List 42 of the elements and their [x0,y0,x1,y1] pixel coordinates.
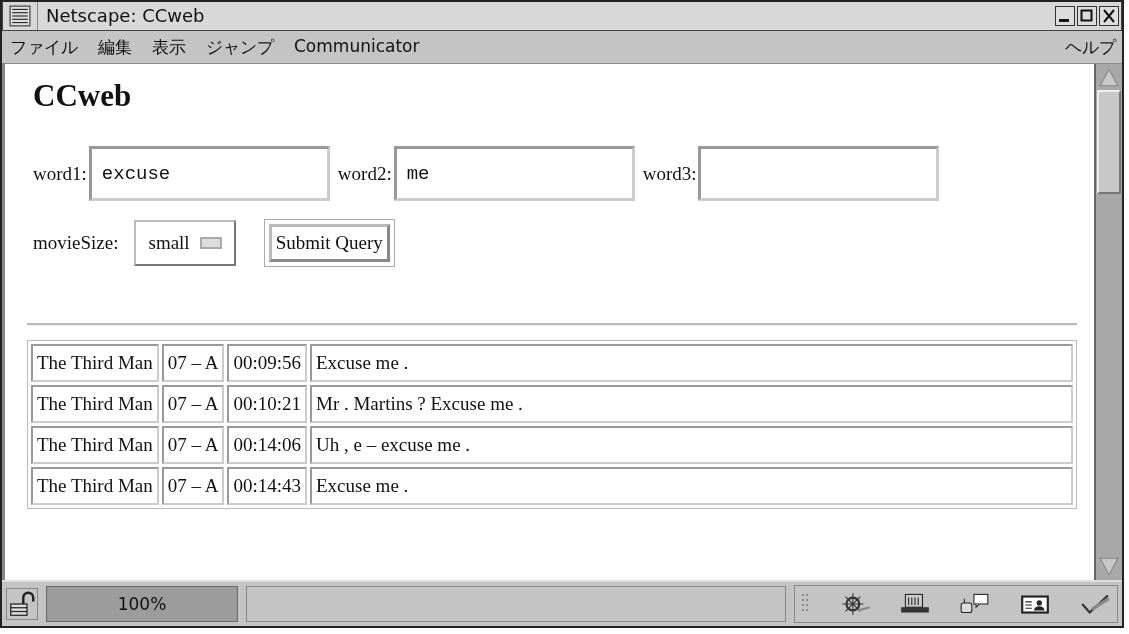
maximize-icon[interactable] [1077,6,1097,26]
table-cell: 07 – A [161,344,225,382]
window-menu-icon[interactable] [9,5,31,27]
table-cell: The Third Man [31,385,159,423]
menu-item[interactable]: ヘルプ [1065,35,1116,59]
scroll-thumb[interactable] [1097,90,1121,194]
menu-item[interactable]: ファイル [10,35,78,59]
table-cell: 07 – A [161,426,225,464]
field-label: movieSize: [33,232,119,254]
table-cell: 00:14:43 [227,467,307,505]
zoom-level: 100% [46,586,238,622]
table-cell: The Third Man [31,344,159,382]
close-icon[interactable] [1099,6,1119,26]
text-field[interactable] [698,146,940,201]
field-label: word3: [642,162,697,185]
menu-item[interactable]: Communicator [294,35,420,59]
table-cell: Mr . Martins ? Excuse me . [310,385,1073,423]
table-cell: 07 – A [161,467,225,505]
menu-item[interactable]: 表示 [152,35,186,59]
ship-wheel-icon[interactable] [839,591,871,617]
table-cell: Uh , e – excuse me . [310,426,1073,464]
minimize-icon[interactable] [1055,6,1075,26]
size-dropdown[interactable]: small [134,220,236,266]
table-cell: 00:14:06 [227,426,307,464]
table-cell: 00:10:21 [227,385,307,423]
padlock-icon[interactable] [6,588,38,620]
menu-item[interactable]: ジャンプ [206,35,274,59]
dropdown-indicator-icon [199,237,222,249]
text-field[interactable]: me [393,146,635,201]
field-label: word2: [337,162,392,185]
table-cell: 07 – A [161,385,225,423]
table-cell: The Third Man [31,426,159,464]
page-heading: CCweb [33,78,133,114]
field-label: word1: [33,162,87,185]
table-cell: 00:09:56 [227,344,307,382]
submit-button[interactable]: Submit Query [268,224,390,262]
menu-item[interactable]: 編集 [98,35,132,59]
table-cell: The Third Man [31,467,159,505]
text-field[interactable]: excuse [88,146,330,201]
scrollbar[interactable] [1094,64,1122,580]
table-cell: Excuse me . [310,467,1073,505]
table-cell: Excuse me . [310,344,1073,382]
